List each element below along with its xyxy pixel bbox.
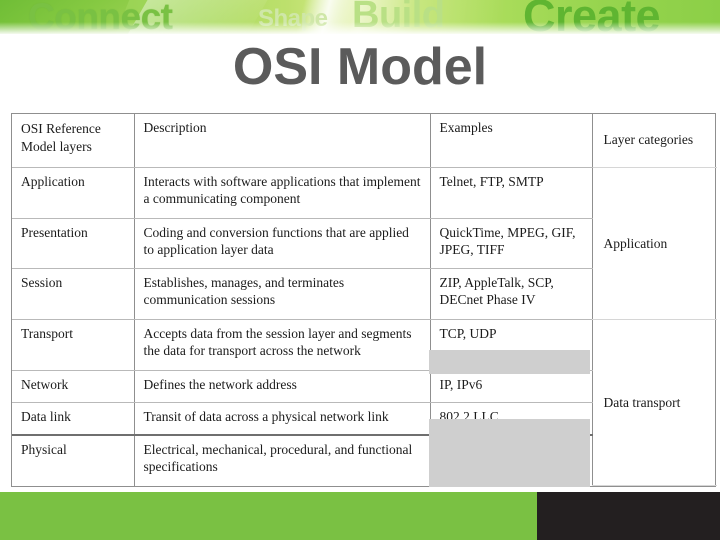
banner-fade [0,22,720,34]
cell-category-data-transport: Data transport [592,319,717,486]
osi-model-table-container: OSI Reference Model layers Description E… [11,113,717,487]
cell-category-application: Application [592,167,717,321]
column-header-layers: OSI Reference Model layers [12,114,135,168]
cell-description: Electrical, mechanical, procedural, and … [134,433,431,486]
cell-description: Establishes, manages, and terminates com… [134,268,431,321]
slide: Connect Shape Build Create OSI Model OSI… [0,0,720,540]
column-header-categories: Layer categories [592,114,717,168]
cell-layer: Session [12,268,135,321]
cell-layer: Network [12,370,135,403]
cell-layer: Transport [12,319,135,371]
cell-layer: Physical [12,433,135,486]
cell-examples: QuickTime, MPEG, GIF, JPEG, TIFF [430,218,593,270]
cell-description: Accepts data from the session layer and … [134,319,431,371]
table-header-row: OSI Reference Model layers Description E… [12,114,717,168]
cell-description: Transit of data across a physical networ… [134,402,431,436]
cell-examples: 802.11 PHY [430,433,593,486]
table-row: Transport Accepts data from the session … [12,319,717,486]
cell-description: Coding and conversion functions that are… [134,218,431,270]
cell-examples: IP, IPv6 [430,370,593,403]
page-title: OSI Model [232,38,488,96]
cell-layer: Data link [12,402,135,436]
top-banner: Connect Shape Build Create [0,0,720,34]
cell-layer: Presentation [12,218,135,270]
column-header-layers-line2: Model layers [21,139,92,154]
column-header-examples: Examples [430,114,593,168]
column-header-description: Description [134,114,431,168]
cell-examples: TCP, UDP [430,319,593,371]
cell-layer: Application [12,167,135,219]
cell-examples: Telnet, FTP, SMTP [430,167,593,219]
column-header-layers-line1: OSI Reference [21,121,101,136]
footer-green-bar [0,492,537,540]
footer-logo-panel: COURSE TECHNOLOGY CENGAGE Learning [537,492,720,540]
cell-description: Interacts with software applications tha… [134,167,431,219]
osi-model-table: OSI Reference Model layers Description E… [12,114,717,486]
cell-examples: 802.2 LLC [430,402,593,436]
cell-examples: ZIP, AppleTalk, SCP, DECnet Phase IV [430,268,593,321]
cell-description: Defines the network address [134,370,431,403]
table-row: Application Interacts with software appl… [12,167,717,321]
